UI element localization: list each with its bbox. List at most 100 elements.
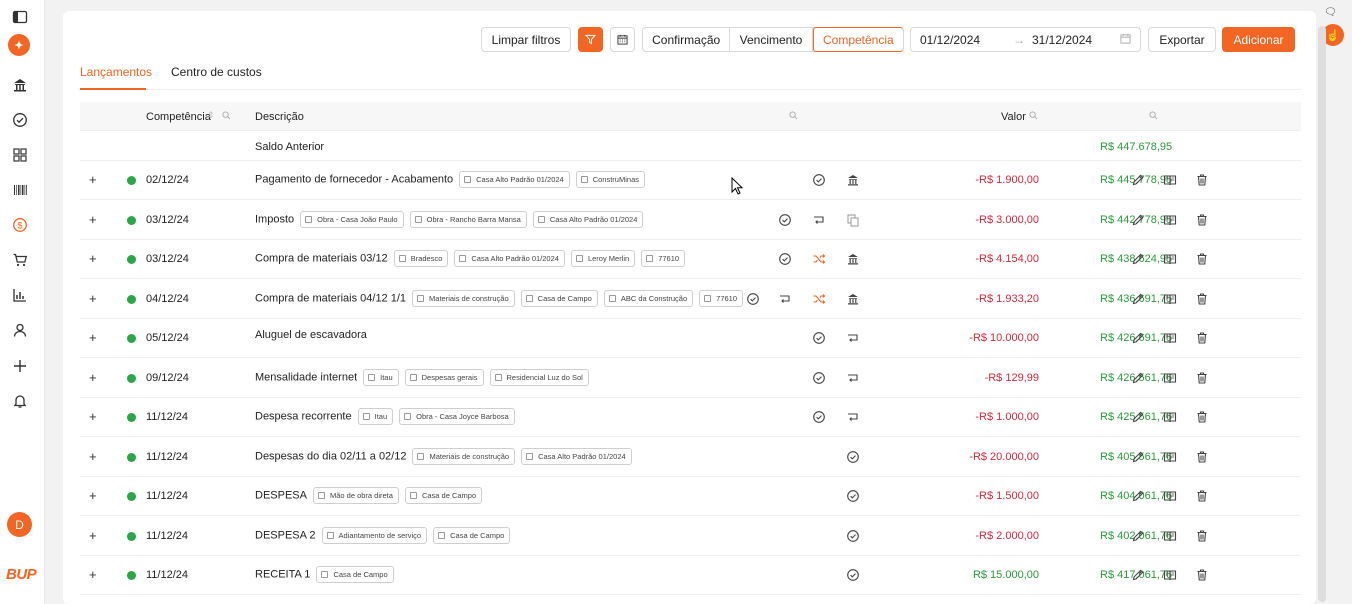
tab-lancamentos[interactable]: Lançamentos [80, 65, 152, 79]
edit-icon[interactable] [1131, 410, 1145, 424]
header-descricao[interactable]: Descrição [255, 111, 304, 123]
edit-icon[interactable] [1131, 371, 1145, 385]
header-valor[interactable]: Valor [1001, 111, 1026, 123]
row-tag[interactable]: Adiantamento de serviço [321, 526, 428, 544]
row-tag[interactable]: Casa de Campo [316, 566, 394, 583]
bell-icon[interactable] [9, 390, 31, 412]
row-tag[interactable]: Obra - Rancho Barra Mansa [409, 210, 527, 228]
row-tag[interactable]: ABC da Construção [603, 289, 694, 307]
expand-row-button[interactable]: + [89, 371, 100, 384]
date-mode-selector[interactable]: Confirmação Vencimento Competência [642, 27, 904, 52]
notification-icon[interactable]: 🗨 [1324, 7, 1337, 19]
repeat-icon[interactable] [846, 331, 860, 345]
trash-icon[interactable] [1195, 568, 1209, 582]
edit-icon[interactable] [1131, 213, 1145, 227]
edit-icon[interactable] [1131, 450, 1145, 464]
tab-centro-de-custos[interactable]: Centro de custos [171, 65, 262, 79]
repeat-icon[interactable] [778, 292, 792, 306]
shuffle-icon[interactable] [812, 292, 826, 306]
trash-icon[interactable] [1195, 292, 1209, 306]
mode-vencimento[interactable]: Vencimento [730, 28, 813, 51]
trash-icon[interactable] [1195, 450, 1209, 464]
scrollbar[interactable] [1318, 26, 1326, 602]
table-row[interactable]: +03/12/24 Compra de materiais 03/12 Brades… [80, 240, 1301, 279]
expand-row-button[interactable]: + [89, 529, 100, 542]
trash-icon[interactable] [1195, 489, 1209, 503]
mode-competencia[interactable]: Competência [812, 27, 903, 52]
check-circle-icon[interactable] [846, 450, 860, 464]
export-button[interactable]: Exportar [1148, 27, 1216, 52]
money-icon[interactable]: $ [9, 214, 31, 236]
table-row[interactable]: +11/12/24 DESPESA Mão de obra direta Casa d… [80, 477, 1301, 516]
expand-row-button[interactable]: + [89, 331, 100, 344]
user-icon[interactable] [9, 319, 31, 341]
sort-icon[interactable]: ⇕ [207, 110, 215, 121]
book-icon[interactable] [1163, 331, 1177, 345]
table-row[interactable]: +11/12/24 DESPESA 2 Adiantamento de serviç… [80, 517, 1301, 556]
panel-toggle-icon[interactable] [9, 6, 31, 28]
row-tag[interactable]: 77610 [641, 250, 686, 267]
edit-icon[interactable] [1131, 252, 1145, 266]
row-tag[interactable]: Itau [357, 408, 394, 425]
expand-row-button[interactable]: + [89, 213, 100, 226]
trash-icon[interactable] [1195, 529, 1209, 543]
row-tag[interactable]: ConstruMinas [575, 171, 645, 188]
table-row[interactable]: +11/12/24 Despesa recorrente Itau Obra - Ca… [80, 398, 1301, 437]
search-icon[interactable] [222, 111, 232, 121]
row-tag[interactable]: Materiais de construção [412, 447, 516, 465]
row-tag[interactable]: Mão de obra direta [312, 487, 399, 504]
mode-confirmacao[interactable]: Confirmação [643, 28, 731, 51]
row-tag[interactable]: Bradesco [393, 250, 449, 267]
edit-icon[interactable] [1131, 529, 1145, 543]
book-icon[interactable] [1163, 529, 1177, 543]
row-tag[interactable]: Casa Alto Padrão 01/2024 [454, 250, 565, 267]
check-circle-icon[interactable] [778, 213, 792, 227]
check-circle-icon[interactable] [812, 371, 826, 385]
filter-button[interactable] [578, 27, 603, 52]
book-icon[interactable] [1163, 252, 1177, 266]
expand-row-button[interactable]: + [89, 410, 100, 423]
table-row[interactable]: +04/12/24 Compra de materiais 04/12 1/1 Ma… [80, 280, 1301, 319]
edit-icon[interactable] [1131, 489, 1145, 503]
book-icon[interactable] [1163, 410, 1177, 424]
trash-icon[interactable] [1195, 371, 1209, 385]
date-end-input[interactable]: 31/12/2024 [1032, 33, 1092, 47]
rocket-icon[interactable]: ✦ [8, 34, 30, 56]
repeat-icon[interactable] [846, 410, 860, 424]
plus-icon[interactable] [9, 355, 31, 377]
avatar[interactable]: D [7, 512, 32, 537]
row-tag[interactable]: Casa Alto Padrão 01/2024 [532, 210, 644, 228]
expand-row-button[interactable]: + [89, 568, 100, 581]
bank-icon[interactable] [846, 252, 860, 266]
check-circle-icon[interactable] [846, 568, 860, 582]
table-row[interactable]: +02/12/24 Pagamento de fornecedor - Acaba… [80, 161, 1301, 200]
table-row[interactable]: +09/12/24 Mensalidade internet Itau Despesa… [80, 359, 1301, 398]
edit-icon[interactable] [1131, 568, 1145, 582]
row-tag[interactable]: Casa de Campo [433, 526, 511, 544]
check-circle-icon[interactable] [778, 252, 792, 266]
row-tag[interactable]: Casa de Campo [520, 289, 598, 307]
book-icon[interactable] [1163, 568, 1177, 582]
expand-row-button[interactable]: + [89, 450, 100, 463]
table-row[interactable]: +11/12/24 RECEITA 1 Casa de Campo R$ 15.000… [80, 556, 1301, 595]
trash-icon[interactable] [1195, 252, 1209, 266]
row-tag[interactable]: Casa Alto Padrão 01/2024 [521, 447, 632, 465]
trash-icon[interactable] [1195, 213, 1209, 227]
edit-icon[interactable] [1131, 331, 1145, 345]
header-competencia[interactable]: Competência [146, 111, 211, 123]
book-icon[interactable] [1163, 450, 1177, 464]
row-tag[interactable]: Materiais de construção [412, 289, 515, 307]
check-circle-icon[interactable] [9, 109, 31, 131]
row-tag[interactable]: Despesas gerais [404, 368, 484, 386]
check-circle-icon[interactable] [846, 489, 860, 503]
date-range-picker[interactable]: 01/12/2024 → 31/12/2024 [910, 27, 1141, 52]
barcode-icon[interactable] [9, 179, 31, 201]
grid-icon[interactable] [9, 144, 31, 166]
expand-row-button[interactable]: + [89, 292, 100, 305]
row-tag[interactable]: Itau [363, 368, 399, 386]
date-start-input[interactable]: 01/12/2024 [920, 33, 980, 47]
table-row[interactable]: +05/12/24 Aluguel de escavadora -R$ 10.000… [80, 319, 1301, 358]
search-icon[interactable] [789, 111, 799, 121]
check-circle-icon[interactable] [846, 529, 860, 543]
check-circle-icon[interactable] [746, 292, 760, 306]
